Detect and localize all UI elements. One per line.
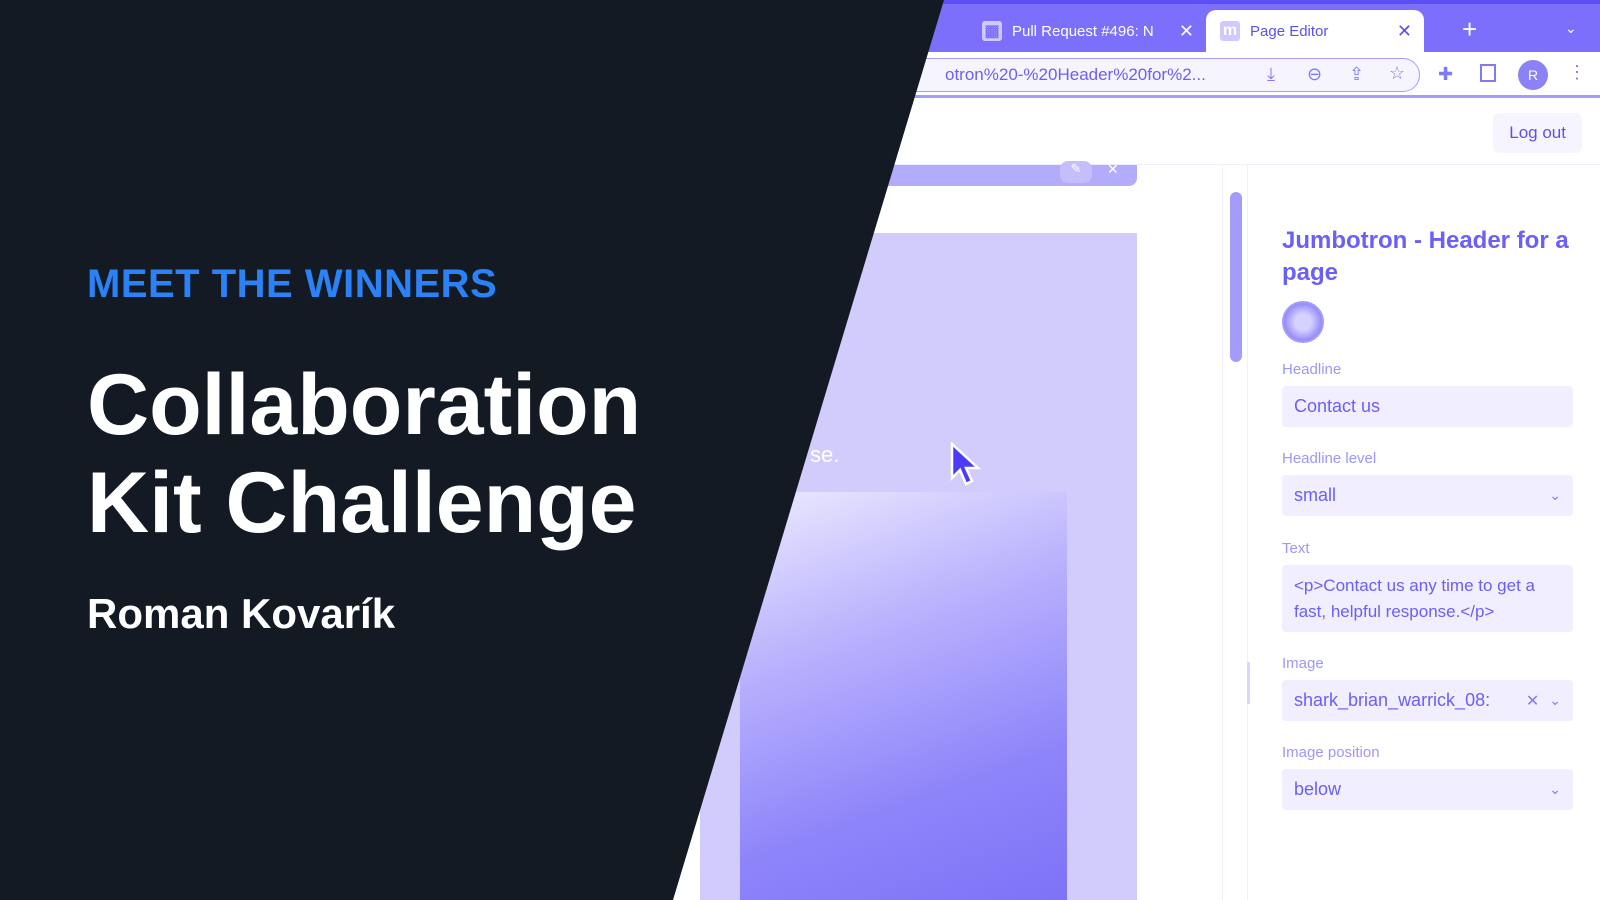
panel-title: Jumbotron - Header for a page [1282, 227, 1569, 286]
close-icon[interactable]: ✕ [1397, 21, 1412, 42]
headline-level-value: small [1294, 485, 1337, 505]
mouse-cursor-icon [950, 442, 982, 486]
chevron-down-icon: ⌄ [1549, 781, 1561, 797]
author-name: Roman Kovarík [87, 590, 396, 637]
headline-level-label: Headline level [1282, 450, 1377, 467]
logout-button[interactable]: Log out [1493, 113, 1582, 153]
close-icon[interactable]: ✕ [1107, 161, 1119, 178]
image-value: shark_brian_warrick_08: [1294, 690, 1491, 710]
tab-page-editor[interactable]: m Page Editor ✕ [1206, 10, 1424, 52]
shark-image [740, 492, 1067, 900]
share-icon[interactable]: ⇪ [1349, 64, 1364, 85]
image-position-value: below [1294, 779, 1342, 799]
scrollbar-thumb[interactable] [1230, 192, 1242, 362]
github-pattern-icon: ▦ [982, 21, 1002, 41]
image-label: Image [1282, 655, 1324, 672]
jumbotron-text: se. [810, 442, 840, 467]
text-textarea[interactable]: <p>Contact us any time to get a fast, he… [1282, 565, 1573, 632]
close-icon[interactable]: ✕ [1179, 21, 1194, 42]
tab-label: Pull Request #496: N [1012, 22, 1154, 40]
menu-icon[interactable]: ⋮ [1568, 62, 1586, 83]
title-line-2: Kit Challenge [87, 455, 637, 551]
text-label: Text [1282, 540, 1310, 557]
chevron-down-icon: ⌄ [1549, 692, 1561, 708]
star-icon[interactable]: ☆ [1389, 63, 1405, 84]
properties-panel: Jumbotron - Header for a page Headline C… [1254, 165, 1600, 900]
clear-icon[interactable]: ✕ [1526, 691, 1539, 711]
text-value: <p>Contact us any time to get a fast, he… [1294, 575, 1535, 621]
image-select[interactable]: shark_brian_warrick_08: ✕ ⌄ [1282, 680, 1573, 721]
profile-avatar[interactable]: R [1518, 60, 1548, 90]
install-icon[interactable]: ⤓ [1267, 64, 1275, 85]
user-avatar [1282, 301, 1324, 343]
sidebar-icon[interactable] [1480, 64, 1496, 82]
tab-pull-request[interactable]: ▦ Pull Request #496: N ✕ [968, 10, 1206, 52]
kicker-text: MEET THE WINNERS [87, 262, 498, 306]
tab-label: Page Editor [1250, 22, 1329, 40]
new-tab-button[interactable]: + [1462, 14, 1477, 45]
resize-handle[interactable] [1247, 662, 1250, 704]
chevron-down-icon: ⌄ [1549, 487, 1561, 503]
headline-level-select[interactable]: small ⌄ [1282, 475, 1573, 516]
headline-input[interactable]: Contact us [1282, 386, 1573, 427]
title-line-1: Collaboration [87, 357, 642, 453]
m-logo-icon: m [1220, 21, 1240, 41]
edit-icon[interactable]: ✎ [1060, 161, 1092, 183]
chevron-down-icon[interactable]: ⌄ [1565, 20, 1577, 37]
extensions-icon[interactable]: ✚ [1438, 64, 1453, 85]
banner-title: Collaboration Kit Challenge [87, 356, 641, 552]
image-position-label: Image position [1282, 744, 1380, 761]
headline-label: Headline [1282, 361, 1342, 378]
url-text: otron%20-%20Header%20for%2... [945, 65, 1206, 84]
image-position-select[interactable]: below ⌄ [1282, 769, 1573, 810]
address-bar[interactable]: otron%20-%20Header%20for%2... ⤓ ⊖ ⇪ ☆ [860, 58, 1420, 92]
headline-value: Contact us [1294, 396, 1381, 416]
zoom-out-icon[interactable]: ⊖ [1307, 64, 1322, 85]
